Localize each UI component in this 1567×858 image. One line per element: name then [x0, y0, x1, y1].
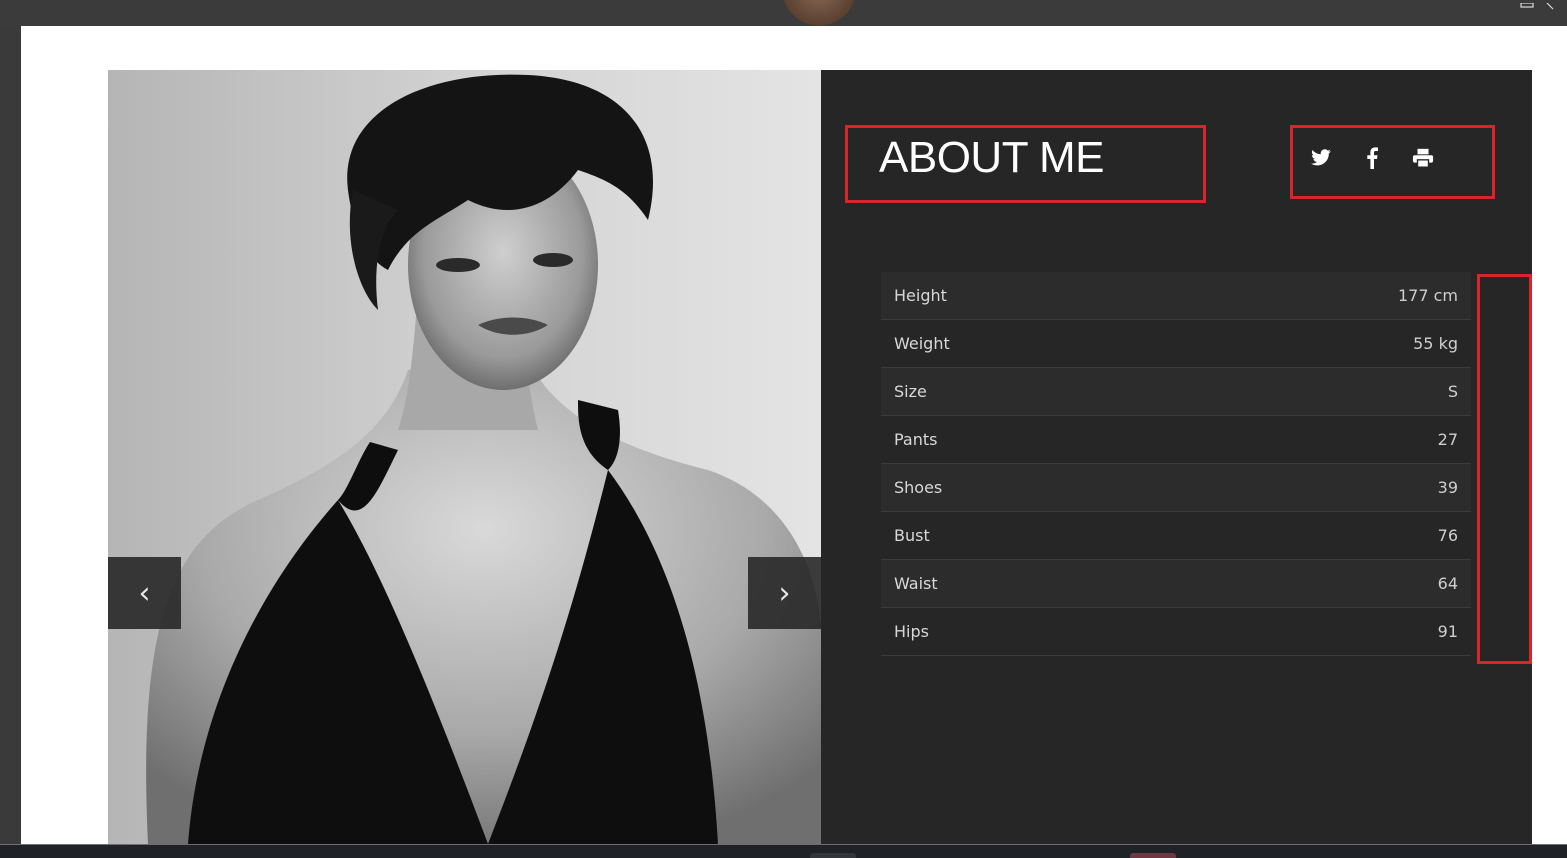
stat-label: Shoes	[894, 478, 943, 497]
table-row: Pants 27	[881, 416, 1471, 464]
measurements-table: Height 177 cm Weight 55 kg Size S Pants …	[881, 272, 1471, 656]
table-row: Size S	[881, 368, 1471, 416]
table-row: Height 177 cm	[881, 272, 1471, 320]
stat-label: Size	[894, 382, 927, 401]
social-highlight-box	[1290, 125, 1495, 199]
stat-value: 177 cm	[1397, 286, 1458, 305]
chevron-right-icon: ›	[778, 575, 791, 611]
stat-label: Waist	[894, 574, 938, 593]
window-control-icons	[1520, 2, 1554, 10]
taskbar-item[interactable]	[1130, 853, 1176, 858]
stat-label: Pants	[894, 430, 938, 449]
stat-value: S	[1447, 382, 1458, 401]
table-row: Bust 76	[881, 512, 1471, 560]
slider-prev-button[interactable]: ‹	[108, 557, 181, 629]
side-highlight-box	[1477, 274, 1532, 664]
stat-label: Height	[894, 286, 947, 305]
stat-value: 91	[1437, 622, 1458, 641]
top-bar	[0, 0, 1567, 32]
stat-value: 39	[1437, 478, 1458, 497]
stat-value: 55 kg	[1413, 334, 1458, 353]
stat-value: 64	[1437, 574, 1458, 593]
stat-label: Weight	[894, 334, 950, 353]
stat-label: Bust	[894, 526, 930, 545]
model-photo: ‹ ›	[108, 70, 821, 844]
bottom-taskbar	[0, 844, 1567, 858]
chevron-left-icon: ‹	[138, 575, 151, 611]
slider-next-button[interactable]: ›	[748, 557, 821, 629]
taskbar-item[interactable]	[810, 853, 856, 858]
table-row: Hips 91	[881, 608, 1471, 656]
window-controls	[1519, 0, 1559, 14]
title-highlight-box	[845, 125, 1206, 203]
table-row: Weight 55 kg	[881, 320, 1471, 368]
stat-value: 76	[1437, 526, 1458, 545]
model-portrait-image	[108, 70, 821, 844]
stat-value: 27	[1437, 430, 1458, 449]
stat-label: Hips	[894, 622, 929, 641]
table-row: Waist 64	[881, 560, 1471, 608]
table-row: Shoes 39	[881, 464, 1471, 512]
